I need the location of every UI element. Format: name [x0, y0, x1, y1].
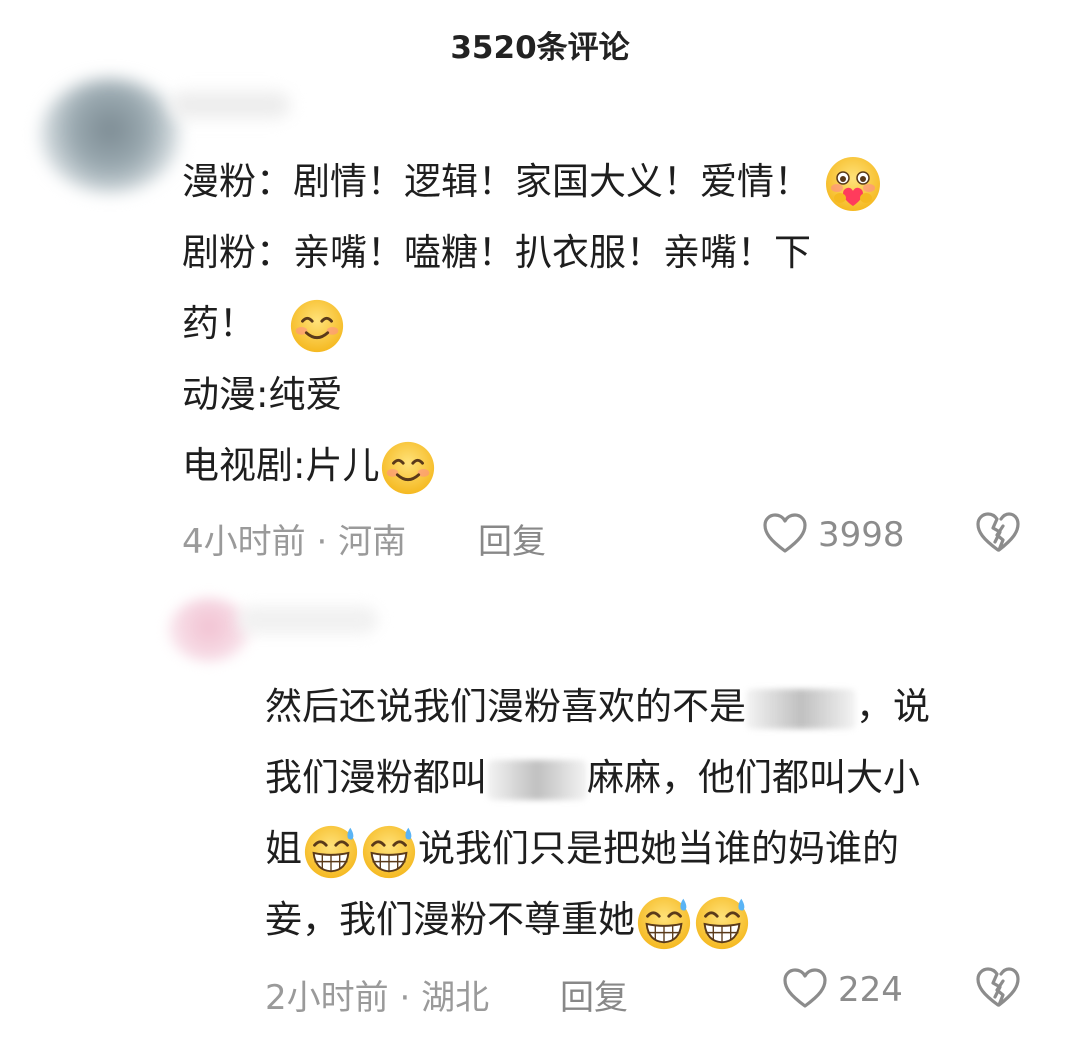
- smile-emoji-icon: [288, 297, 346, 355]
- comment-line: 剧粉：亲嘴！嗑糖！扒衣服！亲嘴！下: [182, 231, 811, 274]
- comment-meta: 2小时前 · 湖北: [265, 970, 489, 1019]
- like-button[interactable]: 3998: [762, 511, 905, 559]
- meta-separator: ·: [316, 522, 328, 562]
- avatar[interactable]: [168, 598, 250, 662]
- comment-time: 2小时前: [265, 978, 389, 1018]
- heart-outline-icon: [762, 512, 808, 558]
- dislike-button[interactable]: [974, 510, 1022, 558]
- reply-button[interactable]: 回复: [478, 514, 546, 563]
- username-blurred[interactable]: [170, 92, 290, 118]
- comment-text: 漫粉：剧情！逻辑！家国大义！爱情！ 剧粉：亲嘴！嗑糖！扒衣服！亲嘴！下 药！ 动…: [182, 146, 1042, 501]
- censored-text: [487, 759, 587, 800]
- comment-line: 妾，我们漫粉不尊重她: [265, 884, 1055, 955]
- comment-line: 然后还说我们漫粉喜欢的不是 ，说: [265, 685, 930, 729]
- comment-line: 药！: [182, 288, 1042, 359]
- comment-line: 我们漫粉都叫 麻麻，他们都叫大小: [265, 756, 920, 800]
- comment-line: 电视剧:片儿: [182, 430, 1042, 501]
- comments-page: 3520条评论 漫粉：剧情！逻辑！家国大义！爱情！ 剧粉：亲嘴！嗑糖！扒衣服！亲…: [0, 0, 1080, 1040]
- like-count: 224: [838, 970, 903, 1010]
- grin-sweat-emoji-icon: [635, 893, 693, 951]
- reply-button[interactable]: 回复: [560, 970, 628, 1019]
- grin-sweat-emoji-icon: [693, 893, 751, 951]
- comment-location: 湖北: [421, 978, 490, 1018]
- censored-text: [746, 688, 856, 729]
- dislike-button[interactable]: [974, 965, 1022, 1013]
- comment-location: 河南: [338, 522, 407, 562]
- like-count: 3998: [818, 515, 905, 555]
- comment-line: 漫粉：剧情！逻辑！家国大义！爱情！: [182, 146, 1042, 217]
- username-blurred[interactable]: [238, 606, 378, 634]
- broken-heart-icon: [974, 967, 1022, 1013]
- like-button[interactable]: 224: [782, 966, 903, 1014]
- grin-sweat-emoji-icon: [302, 822, 360, 880]
- comment-meta: 4小时前 · 河南: [182, 514, 406, 563]
- heart-outline-icon: [782, 967, 828, 1013]
- smile-emoji-icon: [379, 439, 437, 497]
- grin-sweat-emoji-icon: [360, 822, 418, 880]
- meta-separator: ·: [399, 978, 411, 1018]
- avatar[interactable]: [40, 78, 180, 193]
- broken-heart-icon: [974, 512, 1022, 558]
- comment-text: 然后还说我们漫粉喜欢的不是 ，说 我们漫粉都叫 麻麻，他们都叫大小 姐 说我们只…: [265, 671, 1055, 955]
- comment-time: 4小时前: [182, 522, 306, 562]
- heart-hug-emoji-icon: [823, 154, 883, 214]
- comment-line: 姐 说我们只是把她当谁的妈谁的: [265, 813, 1055, 884]
- comment-count-title: 3520条评论: [450, 30, 630, 66]
- comment-line: 动漫:纯爱: [182, 373, 343, 416]
